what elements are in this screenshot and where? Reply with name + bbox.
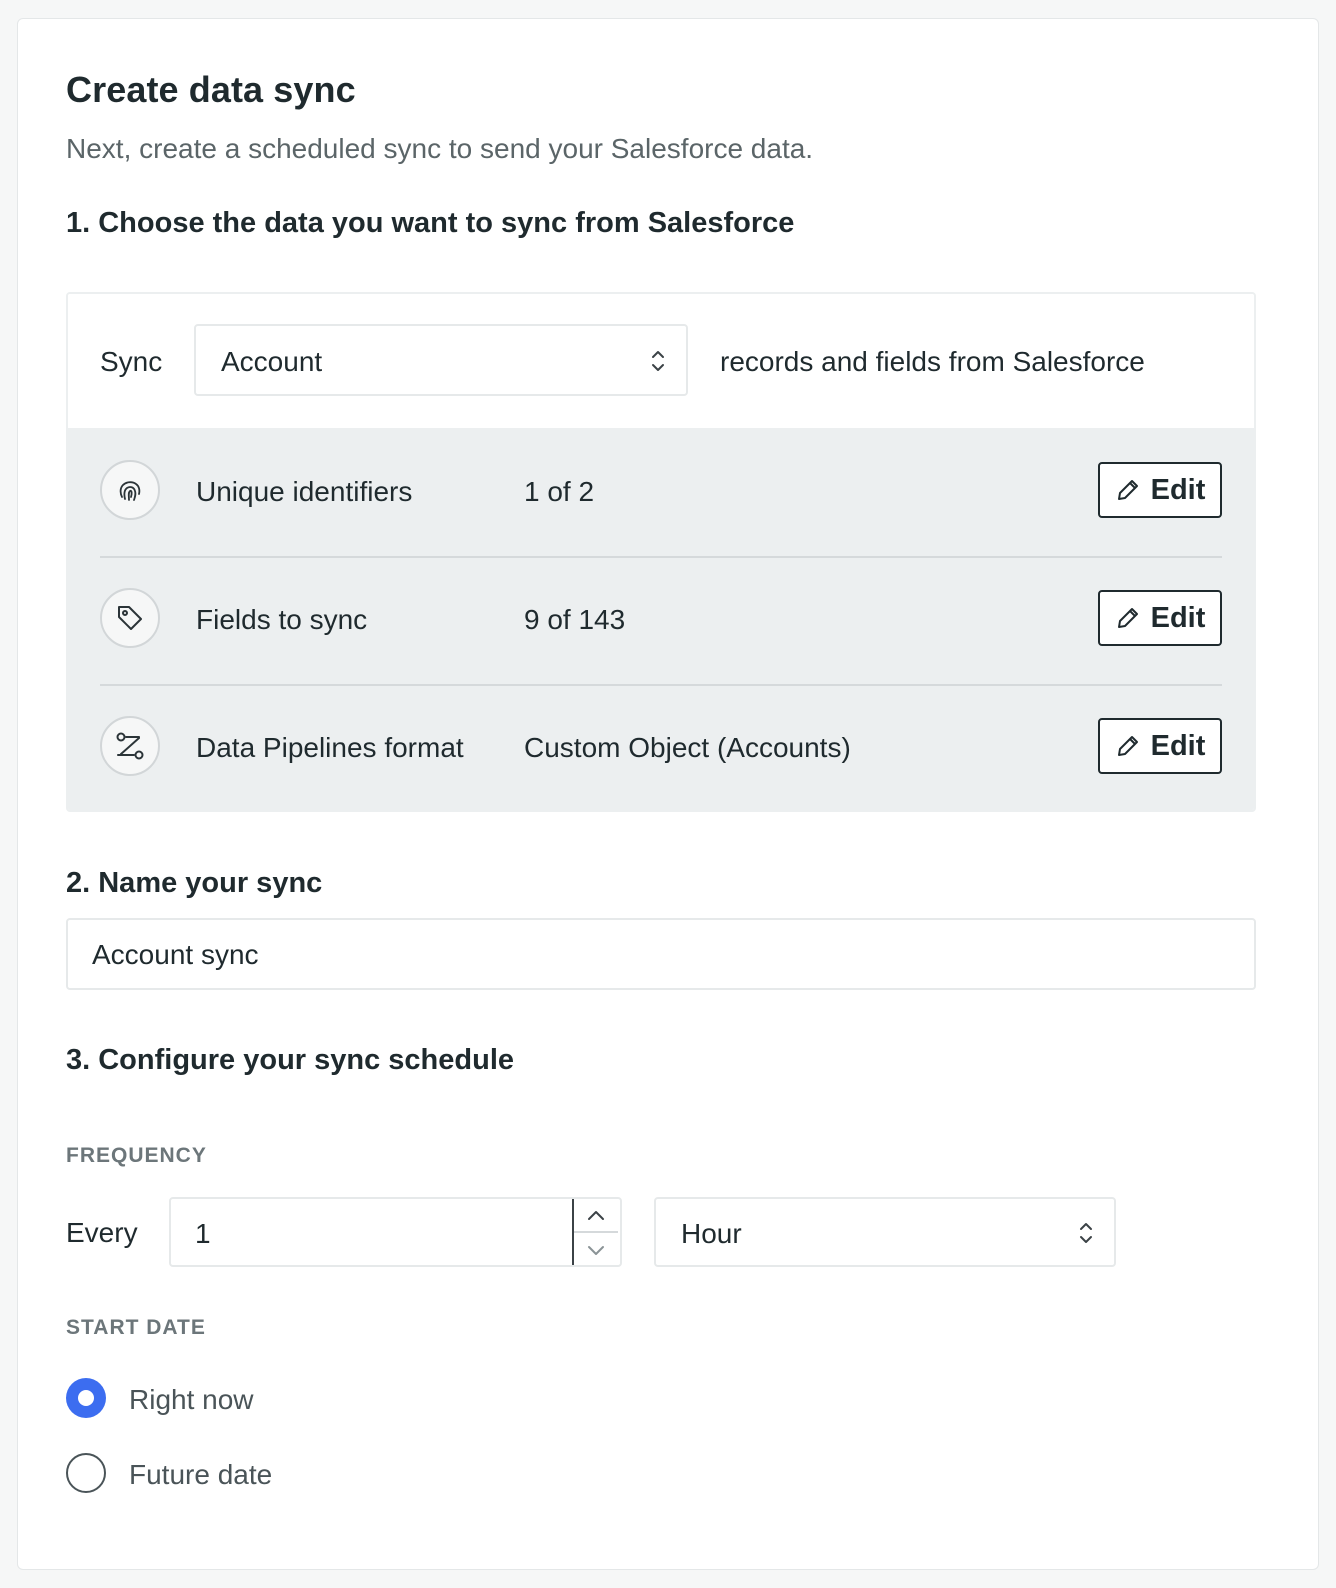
edit-unique-identifiers-button[interactable]: Edit: [1098, 462, 1222, 518]
interval-value: 1: [195, 1218, 211, 1249]
data-selection-panel: Sync Account records and fields from Sal…: [66, 292, 1256, 812]
start-date-label: START DATE: [66, 1316, 206, 1339]
chevron-updown-icon: [1080, 1223, 1092, 1243]
chevron-updown-icon: [652, 351, 664, 371]
step2-heading: 2. Name your sync: [66, 867, 323, 899]
unique-identifiers-row: Unique identifiers 1 of 2 Edit: [100, 428, 1222, 558]
radio-button[interactable]: [66, 1453, 106, 1493]
unit-select-value: Hour: [681, 1218, 742, 1249]
radio-future-date[interactable]: Future date: [66, 1451, 466, 1497]
edit-button-label: Edit: [1150, 729, 1206, 762]
radio-label: Right now: [129, 1384, 254, 1415]
sync-name-input[interactable]: Account sync: [66, 918, 1256, 990]
row-value: 9 of 143: [524, 604, 626, 635]
pencil-icon: [1117, 480, 1138, 500]
unit-select[interactable]: Hour: [654, 1197, 1116, 1267]
every-label: Every: [66, 1217, 138, 1248]
chevron-up-icon: [588, 1211, 604, 1220]
object-select-value: Account: [221, 346, 323, 377]
chevron-down-icon: [588, 1245, 604, 1255]
edit-format-button[interactable]: Edit: [1098, 718, 1222, 774]
radio-button-selected[interactable]: [66, 1378, 106, 1418]
sync-suffix-label: records and fields from Salesforce: [720, 346, 1145, 377]
create-sync-card: Create data sync Next, create a schedule…: [17, 18, 1319, 1570]
step3-heading: 3. Configure your sync schedule: [66, 1044, 514, 1076]
transform-icon: [100, 716, 160, 776]
stepper-controls: [572, 1199, 620, 1265]
page-title: Create data sync: [66, 69, 356, 110]
pencil-icon: [1117, 608, 1138, 628]
edit-button-label: Edit: [1150, 601, 1206, 634]
row-label: Data Pipelines format: [196, 732, 464, 763]
decrement-button[interactable]: [574, 1233, 618, 1266]
edit-button-label: Edit: [1150, 473, 1206, 506]
row-value: Custom Object (Accounts): [524, 732, 851, 763]
tag-icon: [100, 588, 160, 648]
data-pipelines-format-row: Data Pipelines format Custom Object (Acc…: [100, 684, 1222, 810]
sync-prefix-label: Sync: [100, 346, 163, 377]
radio-label: Future date: [129, 1459, 273, 1490]
page-subtitle: Next, create a scheduled sync to send yo…: [66, 133, 814, 164]
fields-to-sync-row: Fields to sync 9 of 143 Edit: [100, 556, 1222, 686]
fingerprint-icon: [100, 460, 160, 520]
edit-fields-button[interactable]: Edit: [1098, 590, 1222, 646]
frequency-label: FREQUENCY: [66, 1144, 207, 1167]
increment-button[interactable]: [574, 1199, 618, 1233]
pencil-icon: [1117, 736, 1138, 756]
row-label: Unique identifiers: [196, 476, 413, 507]
interval-stepper[interactable]: 1: [169, 1197, 622, 1267]
row-value: 1 of 2: [524, 476, 595, 507]
step1-heading: 1. Choose the data you want to sync from…: [66, 207, 795, 239]
sync-object-row: Sync Account records and fields from Sal…: [68, 294, 1254, 428]
object-select[interactable]: Account: [194, 324, 688, 396]
row-label: Fields to sync: [196, 604, 368, 635]
radio-right-now[interactable]: Right now: [66, 1376, 466, 1422]
sync-name-value: Account sync: [92, 939, 259, 970]
sync-settings-list: Unique identifiers 1 of 2 Edit Fields to…: [68, 428, 1254, 810]
